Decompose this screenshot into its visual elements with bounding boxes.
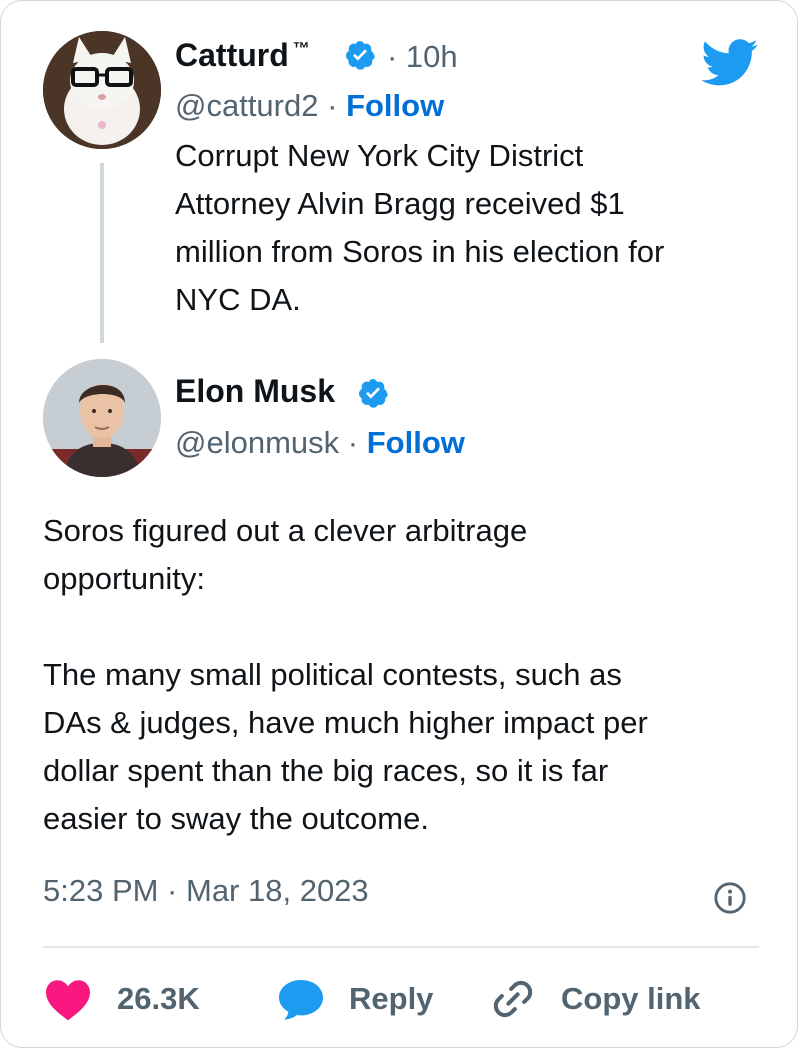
quoted-follow-link[interactable]: Follow [346, 88, 444, 123]
verified-badge-icon [359, 379, 388, 408]
quoted-separator: · [327, 88, 338, 123]
reply-bubble-icon [279, 980, 323, 1020]
copy-link-button[interactable]: Copy link [489, 976, 701, 1022]
info-icon[interactable] [713, 881, 747, 915]
quoted-author-name-text: Catturd [175, 37, 289, 73]
heart-icon [46, 980, 90, 1021]
quoted-tweet-text: Corrupt New York City District Attorney … [175, 138, 665, 317]
elon-avatar[interactable] [43, 359, 161, 477]
thread-connector [100, 163, 104, 343]
trademark-mark: ™ [292, 39, 310, 59]
tweet-embed-card: Catturd ™ · 10h @catturd2 · Follow Corrup… [0, 0, 798, 1048]
like-count: 26.3K [117, 981, 200, 1016]
reply-label: Reply [349, 981, 434, 1016]
reply-button[interactable]: Reply [277, 976, 433, 1022]
main-tweet-text: Soros figured out a clever arbitrage opp… [43, 513, 648, 836]
main-follow-link[interactable]: Follow [367, 425, 465, 460]
person-avatar-icon [43, 359, 161, 477]
copy-link-label: Copy link [561, 981, 701, 1016]
main-author-name[interactable]: Elon Musk [175, 373, 335, 410]
main-separator: · [347, 425, 359, 460]
verified-badge-icon [346, 41, 375, 70]
tweet-timestamp[interactable]: 5:23 PM · Mar 18, 2023 [43, 873, 369, 909]
quoted-handle[interactable]: @catturd2 [175, 88, 318, 123]
quoted-time-ago: · 10h [387, 39, 458, 74]
like-button[interactable]: 26.3K [43, 976, 200, 1022]
main-handle-line: @elonmusk · Follow [175, 425, 465, 461]
main-handle[interactable]: @elonmusk [175, 425, 339, 460]
quoted-author-name[interactable]: Catturd ™ [175, 37, 310, 74]
quoted-handle-line: @catturd2 · Follow [175, 88, 444, 124]
link-icon [493, 980, 533, 1018]
divider [43, 946, 759, 948]
catturd-avatar[interactable] [43, 31, 161, 149]
cat-with-glasses-avatar-icon [43, 31, 161, 149]
twitter-bird-icon[interactable] [701, 39, 759, 87]
